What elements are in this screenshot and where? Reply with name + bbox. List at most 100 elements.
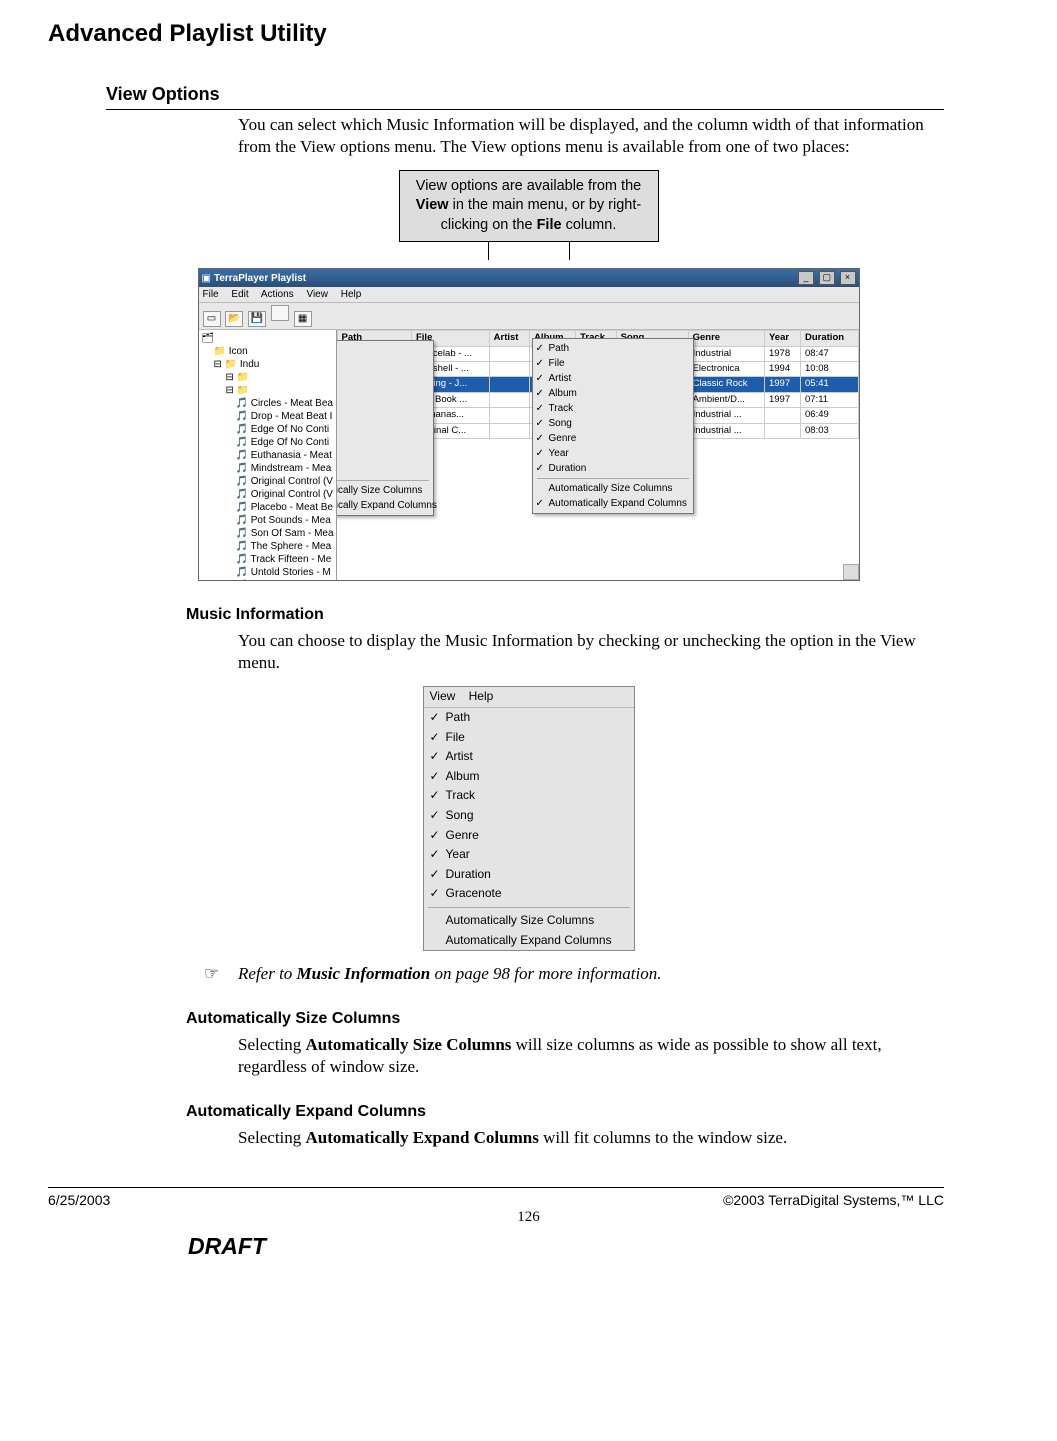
tree-song-item[interactable]: 🎵 Edge Of No Conti [200, 436, 335, 449]
mi-auto-size-2[interactable]: Automatically Size Columns [533, 481, 693, 496]
tree-song-item[interactable]: 🎵 Your Mind Belong [200, 579, 335, 580]
footer-copyright: ©2003 TerraDigital Systems,™ LLC [723, 1191, 944, 1209]
auto-size-body: Selecting Automatically Size Columns wil… [238, 1034, 944, 1078]
tree-view[interactable]: 🗂 📁 Icon ⊟ 📁 Indu ⊟ 📁 ⊟ 📁 🎵 Circles - Me… [199, 330, 337, 580]
menu-item[interactable]: Path [424, 708, 634, 728]
section-music-info-heading: Music Information [186, 605, 1009, 626]
callout-line1: View options are available from the [410, 177, 648, 197]
grid-header[interactable]: Artist [489, 331, 529, 346]
save-icon[interactable]: 💾 [248, 311, 266, 327]
menu-item[interactable]: Track [533, 401, 693, 416]
window-title: TerraPlayer Playlist [211, 272, 796, 285]
section-auto-size-heading: Automatically Size Columns [186, 1009, 1009, 1030]
menu-item[interactable]: Path [533, 341, 693, 356]
view-menu-standalone: View Help PathFileArtistAlbumTrackSongGe… [423, 686, 635, 951]
menu-item[interactable]: Track [424, 786, 634, 806]
window-buttons: _ ▢ × [796, 271, 856, 285]
device-icon[interactable]: ▦ [294, 311, 312, 327]
menu-item[interactable]: Song [337, 418, 433, 433]
vm2-view[interactable]: View [430, 689, 456, 703]
menu-item[interactable]: Year [337, 448, 433, 463]
tree-song-item[interactable]: 🎵 Untold Stories - M [200, 566, 335, 579]
menu-item[interactable]: Duration [337, 463, 433, 478]
callout-bold-file: File [537, 217, 562, 233]
grid-header[interactable]: Genre [688, 331, 764, 346]
grid-header[interactable]: Duration [801, 331, 859, 346]
close-button[interactable]: × [840, 271, 856, 285]
menu-item[interactable]: Duration [533, 461, 693, 476]
menu-file[interactable]: File [203, 289, 219, 300]
view-dropdown-menu: PathFileArtistAlbumTrackSongGenreYearDur… [337, 340, 434, 516]
menu-item[interactable]: Genre [337, 433, 433, 448]
callout-box: View options are available from the View… [399, 170, 659, 243]
menu-item[interactable]: File [533, 356, 693, 371]
pointing-hand-icon: ☞ [204, 963, 219, 985]
callout-line3c: column. [562, 217, 617, 233]
vm2-help[interactable]: Help [469, 689, 494, 703]
tree-song-item[interactable]: 🎵 Original Control (V [200, 488, 335, 501]
menu-item[interactable]: Genre [424, 826, 634, 846]
grid-header[interactable]: Year [764, 331, 800, 346]
menu-item[interactable]: Gracenote [424, 884, 634, 904]
new-icon[interactable]: ▭ [203, 311, 221, 327]
callout-bold-view: View [416, 197, 449, 213]
menu-view[interactable]: View [306, 289, 328, 300]
tree-song-item[interactable]: 🎵 Track Fifteen - Me [200, 553, 335, 566]
tree-song-item[interactable]: 🎵 Pot Sounds - Mea [200, 514, 335, 527]
titlebar: ▣ TerraPlayer Playlist _ ▢ × [199, 269, 859, 287]
toolbar: ▭ 📂 💾 ▦ [199, 303, 859, 330]
menu-item[interactable]: Song [424, 806, 634, 826]
menu-item[interactable]: Duration [424, 865, 634, 885]
app-window: ▣ TerraPlayer Playlist _ ▢ × File Edit A… [198, 268, 860, 581]
vm2-auto-size[interactable]: Automatically Size Columns [424, 911, 634, 931]
app-icon: ▣ [202, 272, 211, 285]
open-icon[interactable]: 📂 [225, 311, 243, 327]
menu-item[interactable]: Year [533, 446, 693, 461]
tree-song-item[interactable]: 🎵 Edge Of No Conti [200, 423, 335, 436]
callout-line3a: clicking on the [441, 217, 537, 233]
tree-song-item[interactable]: 🎵 The Sphere - Mea [200, 540, 335, 553]
menu-item[interactable]: Genre [533, 431, 693, 446]
tree-song-item[interactable]: 🎵 Son Of Sam - Mea [200, 527, 335, 540]
menu-help[interactable]: Help [341, 289, 362, 300]
menu-item[interactable]: Song [533, 416, 693, 431]
menu-actions[interactable]: Actions [261, 289, 294, 300]
section-auto-expand-heading: Automatically Expand Columns [186, 1102, 1009, 1123]
footer-row: 6/25/2003 ©2003 TerraDigital Systems,™ L… [48, 1187, 944, 1209]
menu-item[interactable]: Artist [533, 371, 693, 386]
grid-area: PathFileArtistAlbumTrackSongGenreYearDur… [337, 330, 859, 580]
view-options-intro: You can select which Music Information w… [238, 114, 944, 158]
tree-song-item[interactable]: 🎵 Drop - Meat Beat I [200, 410, 335, 423]
tree-song-item[interactable]: 🎵 Placebo - Meat Be [200, 501, 335, 514]
menu-item[interactable]: Album [337, 388, 433, 403]
mi-auto-expand-1[interactable]: Automatically Expand Columns [337, 498, 433, 513]
mi-auto-size-1[interactable]: Automatically Size Columns [337, 483, 433, 498]
menu-item[interactable]: Path [337, 343, 433, 358]
draft-label: DRAFT [188, 1232, 1009, 1262]
menu-item[interactable]: Album [533, 386, 693, 401]
page-title: Advanced Playlist Utility [48, 18, 1009, 49]
file-column-context-menu: PathFileArtistAlbumTrackSongGenreYearDur… [532, 338, 694, 514]
tree-song-item[interactable]: 🎵 Circles - Meat Bea [200, 397, 335, 410]
refer-line: ☞ Refer to Music Information on page 98 … [238, 963, 944, 985]
menu-item[interactable]: File [424, 728, 634, 748]
menu-item[interactable]: Artist [337, 373, 433, 388]
sep-icon [271, 305, 289, 321]
menu-edit[interactable]: Edit [231, 289, 248, 300]
footer-date: 6/25/2003 [48, 1191, 110, 1209]
callout-line2b: in the main menu, or by right- [449, 197, 642, 213]
tree-song-item[interactable]: 🎵 Original Control (V [200, 475, 335, 488]
maximize-button[interactable]: ▢ [819, 271, 835, 285]
tree-song-item[interactable]: 🎵 Mindstream - Mea [200, 462, 335, 475]
menu-item[interactable]: File [337, 358, 433, 373]
minimize-button[interactable]: _ [798, 271, 814, 285]
menu-item[interactable]: Artist [424, 747, 634, 767]
tree-song-item[interactable]: 🎵 Euthanasia - Meat [200, 449, 335, 462]
mi-auto-expand-2[interactable]: Automatically Expand Columns [533, 496, 693, 511]
menu-item[interactable]: Track [337, 403, 433, 418]
menu-item[interactable]: Album [424, 767, 634, 787]
music-info-intro: You can choose to display the Music Info… [238, 630, 944, 674]
vm2-auto-expand[interactable]: Automatically Expand Columns [424, 931, 634, 951]
section-view-options-heading: View Options [106, 83, 944, 109]
menu-item[interactable]: Year [424, 845, 634, 865]
